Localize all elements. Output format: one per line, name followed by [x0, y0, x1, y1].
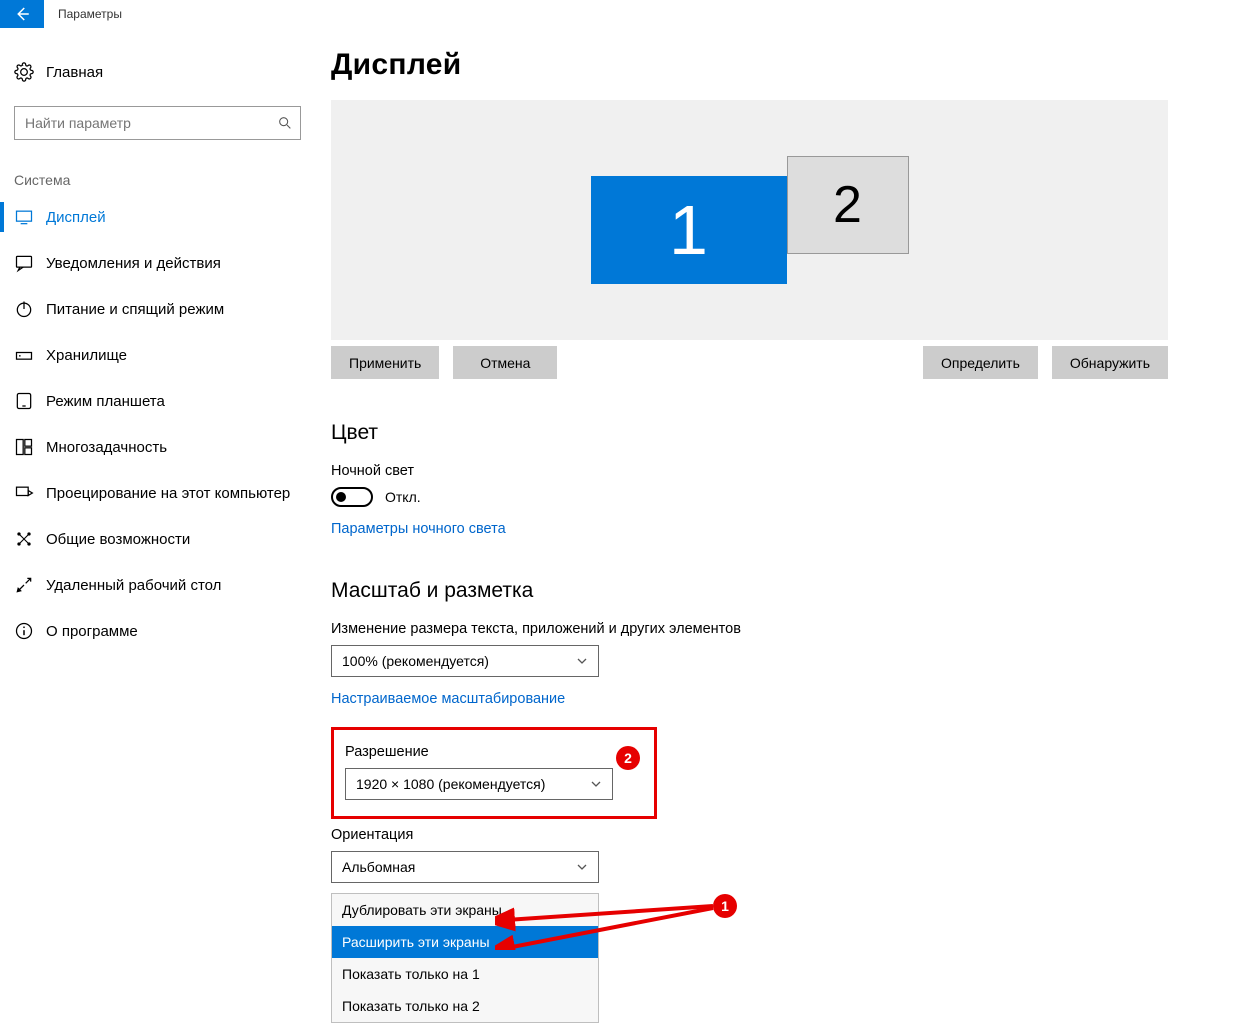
sidebar-item-notifications[interactable]: Уведомления и действия — [0, 240, 315, 286]
project-icon — [14, 483, 34, 503]
window-title: Параметры — [58, 7, 122, 21]
chevron-down-icon — [576, 655, 588, 667]
night-light-settings-link[interactable]: Параметры ночного света — [331, 521, 506, 537]
arrow-left-icon — [13, 5, 31, 23]
search-input[interactable] — [14, 106, 301, 140]
sidebar-item-label: Многозадачность — [46, 439, 167, 456]
chevron-down-icon — [576, 861, 588, 873]
resolution-value: 1920 × 1080 (рекомендуется) — [356, 776, 545, 792]
monitor-icon — [14, 207, 34, 227]
sidebar-item-storage[interactable]: Хранилище — [0, 332, 315, 378]
remote-icon — [14, 575, 34, 595]
monitor-2[interactable]: 2 — [787, 156, 909, 254]
multimon-option-extend[interactable]: Расширить эти экраны — [332, 926, 598, 958]
callout-badge-1: 1 — [713, 894, 737, 918]
storage-icon — [14, 345, 34, 365]
cancel-button[interactable]: Отмена — [453, 346, 557, 379]
sidebar: Главная Система Дисплей Уведомления и де… — [0, 28, 315, 1023]
nav-home[interactable]: Главная — [0, 50, 315, 94]
custom-scaling-link[interactable]: Настраиваемое масштабирование — [331, 691, 565, 707]
sidebar-item-power[interactable]: Питание и спящий режим — [0, 286, 315, 332]
multimon-option-duplicate[interactable]: Дублировать эти экраны — [332, 894, 598, 926]
callout-badge-2: 2 — [616, 746, 640, 770]
shared-icon — [14, 529, 34, 549]
monitor-1[interactable]: 1 — [591, 176, 787, 284]
section-color: Цвет — [331, 421, 1168, 445]
identify-button[interactable]: Определить — [923, 346, 1038, 379]
apply-button[interactable]: Применить — [331, 346, 439, 379]
sidebar-item-shared[interactable]: Общие возможности — [0, 516, 315, 562]
scale-label: Изменение размера текста, приложений и д… — [331, 621, 1168, 637]
power-icon — [14, 299, 34, 319]
display-arrangement-area[interactable]: 1 2 — [331, 100, 1168, 340]
sidebar-item-label: О программе — [46, 623, 138, 640]
chevron-down-icon — [590, 778, 602, 790]
sidebar-section-label: Система — [14, 172, 315, 188]
sidebar-item-label: Проецирование на этот компьютер — [46, 485, 290, 502]
sidebar-item-remote[interactable]: Удаленный рабочий стол — [0, 562, 315, 608]
main-content: Дисплей 1 2 Применить Отмена Определить … — [315, 28, 1248, 1023]
sidebar-item-multitask[interactable]: Многозадачность — [0, 424, 315, 470]
scale-combobox[interactable]: 100% (рекомендуется) — [331, 645, 599, 677]
section-scale: Масштаб и разметка — [331, 579, 1168, 603]
page-title: Дисплей — [331, 48, 1168, 82]
sidebar-item-label: Хранилище — [46, 347, 127, 364]
nav-home-label: Главная — [46, 64, 103, 81]
sidebar-item-label: Общие возможности — [46, 531, 190, 548]
gear-icon — [14, 62, 34, 82]
resolution-label: Разрешение — [345, 744, 642, 760]
night-light-toggle[interactable] — [331, 487, 373, 507]
sidebar-item-projecting[interactable]: Проецирование на этот компьютер — [0, 470, 315, 516]
chat-icon — [14, 253, 34, 273]
night-light-state: Откл. — [385, 489, 421, 505]
sidebar-item-display[interactable]: Дисплей — [0, 194, 315, 240]
sidebar-item-label: Дисплей — [46, 209, 106, 226]
sidebar-item-label: Уведомления и действия — [46, 255, 221, 272]
orientation-combobox[interactable]: Альбомная — [331, 851, 599, 883]
orientation-value: Альбомная — [342, 859, 415, 875]
sidebar-item-tablet[interactable]: Режим планшета — [0, 378, 315, 424]
sidebar-item-label: Удаленный рабочий стол — [46, 577, 221, 594]
detect-button[interactable]: Обнаружить — [1052, 346, 1168, 379]
multimon-option-show2[interactable]: Показать только на 2 — [332, 990, 598, 1022]
orientation-label: Ориентация — [331, 827, 1168, 843]
sidebar-item-label: Режим планшета — [46, 393, 165, 410]
resolution-combobox[interactable]: 1920 × 1080 (рекомендуется) — [345, 768, 613, 800]
info-icon — [14, 621, 34, 641]
back-button[interactable] — [0, 0, 44, 28]
multimon-option-show1[interactable]: Показать только на 1 — [332, 958, 598, 990]
tablet-icon — [14, 391, 34, 411]
sidebar-item-label: Питание и спящий режим — [46, 301, 224, 318]
night-light-label: Ночной свет — [331, 463, 1168, 479]
multitask-icon — [14, 437, 34, 457]
multimon-dropdown: Дублировать эти экраны Расширить эти экр… — [331, 893, 599, 1023]
resolution-callout: Разрешение 1920 × 1080 (рекомендуется) 2 — [331, 727, 657, 819]
scale-value: 100% (рекомендуется) — [342, 653, 489, 669]
sidebar-item-about[interactable]: О программе — [0, 608, 315, 654]
